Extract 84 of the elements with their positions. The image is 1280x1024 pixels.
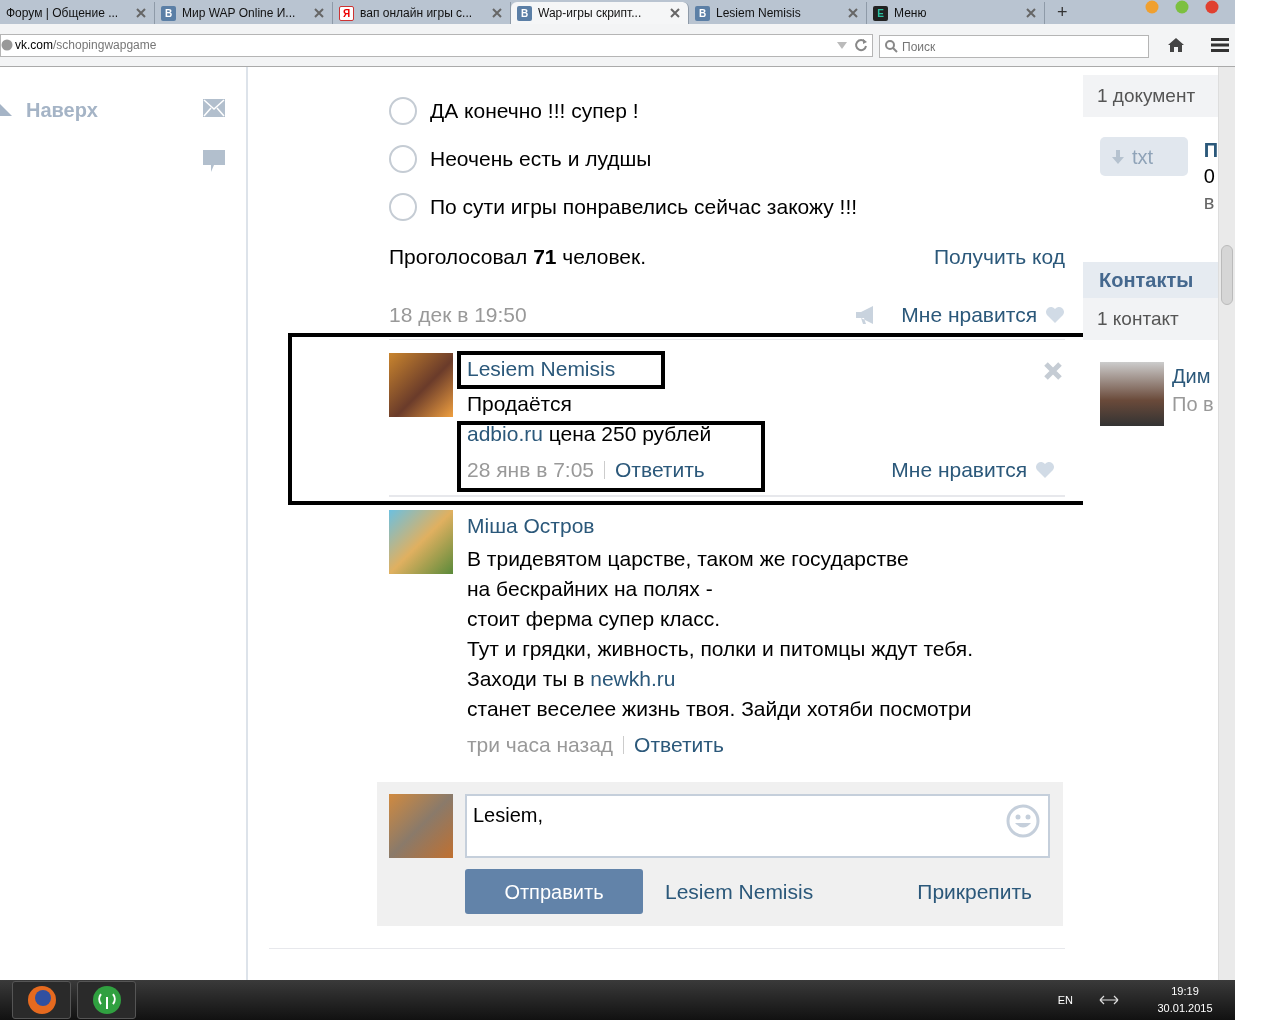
clock-date: 30.01.2015 <box>1156 1001 1214 1016</box>
comment-text: adbio.ru цена 250 рублей <box>467 420 713 447</box>
close-icon[interactable] <box>848 8 858 18</box>
comment-text: Заходи ты в newkh.ru <box>467 666 677 692</box>
menu-icon[interactable] <box>1211 38 1229 52</box>
like-link[interactable]: Мне нравится <box>901 299 1037 331</box>
scrollbar[interactable] <box>1218 67 1235 980</box>
comment-text: Продаётся <box>467 390 573 417</box>
avatar-photo-placeholder[interactable] <box>389 509 453 574</box>
comment-date: 28 янв в 7:05 <box>467 456 594 483</box>
signal-icon <box>91 985 122 1015</box>
comment-author-link[interactable]: Міша Остров <box>467 511 595 540</box>
tab-favicon: B <box>517 5 532 21</box>
url-text: vk.com/schopingwapgame <box>15 37 157 54</box>
search-field[interactable]: Поиск <box>879 35 1149 58</box>
author-link[interactable]: Lesiem Nemisis <box>665 875 814 908</box>
comment-input-field[interactable]: Lesiem, <box>465 794 1050 858</box>
heart-icon[interactable] <box>1045 306 1065 324</box>
close-icon[interactable] <box>314 8 324 18</box>
radio-button[interactable] <box>389 97 417 125</box>
tab-favicon: Я <box>339 5 354 21</box>
download-icon <box>1112 149 1124 164</box>
dropdown-icon[interactable] <box>836 40 848 50</box>
comment-author-link[interactable]: Lesiem Nemisis <box>467 355 616 383</box>
radio-button[interactable] <box>389 145 417 173</box>
document-date: в <box>1203 190 1216 215</box>
clock[interactable]: 19:19 30.01.2015 <box>1145 983 1225 1017</box>
comment-link[interactable]: adbio.ru <box>467 421 543 445</box>
contacts-count: 1 контакт <box>1083 298 1218 340</box>
contact-name-link[interactable]: Дим <box>1172 362 1214 390</box>
window-control-icon[interactable] <box>1145 0 1159 14</box>
chat-bubble-icon[interactable] <box>203 150 225 172</box>
radio-button[interactable] <box>389 193 417 221</box>
tab-favicon: E <box>873 5 888 21</box>
poll-option-label[interactable]: ДА конечно !!! супер ! <box>430 95 639 127</box>
heart-icon[interactable] <box>1035 460 1055 479</box>
comment-date: три часа назад <box>467 732 614 758</box>
window-control-icon[interactable] <box>1205 0 1219 14</box>
clock-time: 19:19 <box>1170 984 1200 999</box>
documents-count: 1 документ <box>1083 75 1218 117</box>
network-icon[interactable] <box>1099 995 1119 1005</box>
comment-text: В тридевятом царстве, таком же государстве <box>467 546 910 572</box>
get-code-link[interactable]: Получить код <box>933 241 1065 267</box>
send-button[interactable]: Отправить <box>465 869 643 914</box>
up-arrow-icon[interactable] <box>0 104 12 116</box>
globe-icon <box>1 39 13 51</box>
votes-count-text: Проголосовал 71 человек. <box>389 244 647 267</box>
new-tab-button[interactable]: + <box>1045 0 1080 26</box>
contacts-heading: Контакты <box>1083 262 1218 298</box>
comment-text: стоит ферма супер класс. <box>467 606 722 632</box>
browser-tab[interactable]: B Wap-игры скрипт... <box>511 2 689 24</box>
attach-link[interactable]: Прикрепить <box>917 875 1032 908</box>
contact-role: По в <box>1172 392 1214 417</box>
language-indicator[interactable]: EN <box>1057 991 1073 1009</box>
reply-link[interactable]: Ответить <box>615 454 705 485</box>
delete-icon[interactable] <box>1043 361 1063 381</box>
comment-text: станет веселее жизнь твоя. Зайди хотяби посмотри <box>467 696 973 722</box>
avatar-photo-placeholder[interactable] <box>389 353 453 417</box>
comment-text: на бескрайних на полях - <box>467 576 714 602</box>
reply-link[interactable]: Ответить <box>634 730 724 760</box>
address-field[interactable]: vk.com/schopingwapgame <box>0 33 873 57</box>
home-icon[interactable] <box>1167 37 1185 53</box>
reload-icon[interactable] <box>854 38 868 52</box>
browser-globe-icon <box>26 985 57 1015</box>
close-icon[interactable] <box>670 8 680 18</box>
document-size: 0 <box>1203 164 1216 189</box>
tab-favicon: B <box>695 5 710 21</box>
poll-option-label[interactable]: По сути игры понравелись сейчас закожу !!! <box>430 191 858 223</box>
tab-favicon: B <box>161 5 176 21</box>
like-link[interactable]: Мне нравится <box>891 454 1027 485</box>
close-icon[interactable] <box>492 8 502 18</box>
envelope-icon[interactable] <box>203 99 225 117</box>
smiley-icon[interactable] <box>1006 804 1040 838</box>
contact-photo-placeholder[interactable] <box>1100 362 1164 426</box>
window-control-icon[interactable] <box>1175 0 1189 14</box>
close-icon[interactable] <box>136 8 146 18</box>
close-icon[interactable] <box>1026 8 1036 18</box>
document-title[interactable]: П <box>1203 137 1218 163</box>
poll-option-label[interactable]: Неочень есть и лудшы <box>430 143 652 175</box>
taskbar-app-button[interactable] <box>77 981 136 1019</box>
comment-link[interactable]: newkh.ru <box>590 667 676 690</box>
avatar-photo-placeholder[interactable] <box>389 794 453 858</box>
post-date: 18 дек в 19:50 <box>389 302 527 329</box>
comment-text: Тут и грядки, живность, полки и питомцы ждут тебя. <box>467 636 974 662</box>
